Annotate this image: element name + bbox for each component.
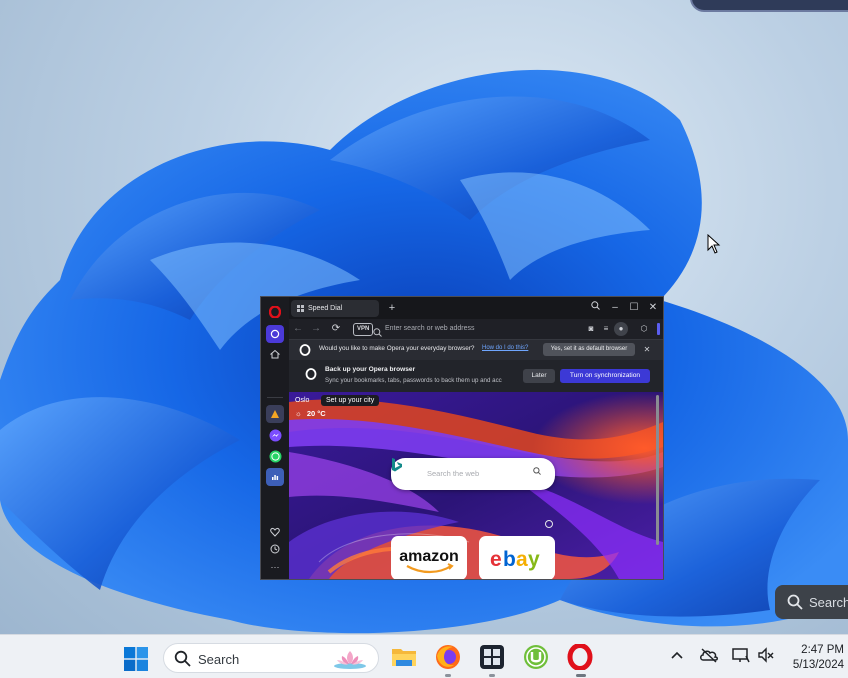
- later-button[interactable]: Later: [523, 369, 555, 383]
- sync-title: Back up your Opera browser: [325, 366, 416, 373]
- how-to-link[interactable]: How do I do this?: [482, 345, 528, 351]
- onedrive-offline-icon[interactable]: [698, 644, 720, 666]
- svg-text:a: a: [516, 548, 528, 571]
- tab-search-icon[interactable]: [587, 300, 603, 316]
- reload-button[interactable]: ⟳: [329, 322, 343, 336]
- default-browser-message: Would you like to make Opera your everyd…: [319, 345, 475, 352]
- taskbar-file-explorer[interactable]: [390, 643, 418, 671]
- bing-icon: [392, 458, 402, 472]
- sync-banner: Back up your Opera browser Sync your boo…: [289, 360, 663, 392]
- vk-icon[interactable]: [266, 468, 284, 486]
- taskbar-opera[interactable]: [566, 643, 594, 671]
- vpn-badge[interactable]: VPN: [353, 323, 374, 336]
- speed-dial-search-input[interactable]: Search the web: [427, 469, 479, 478]
- history-icon[interactable]: [266, 540, 284, 558]
- dismiss-default-bar-icon[interactable]: ✕: [641, 343, 653, 356]
- speed-dial-page: Oslo Set up your city ☼ 20 °C Search the…: [289, 392, 663, 579]
- more-icon[interactable]: ···: [266, 558, 284, 576]
- speed-dial-search[interactable]: Search the web: [391, 458, 555, 490]
- tab-bar: Speed Dial + – ☐ ✕: [289, 297, 663, 319]
- crypto-wallet-icon[interactable]: [266, 405, 284, 423]
- speed-dial-tile-ebay[interactable]: e b a y: [479, 536, 555, 579]
- taskbar-utorrent[interactable]: [522, 643, 550, 671]
- new-tab-button[interactable]: +: [385, 301, 399, 315]
- set-default-button[interactable]: Yes, set it as default browser: [543, 343, 635, 356]
- opera-icon: [567, 644, 593, 670]
- taskbar-firefox[interactable]: [434, 643, 462, 671]
- sync-description: Sync your bookmarks, tabs, passwords to …: [325, 377, 502, 384]
- opera-sidebar: ···: [261, 297, 290, 579]
- address-input[interactable]: Enter search or web address: [385, 323, 575, 335]
- opera-browser-window[interactable]: ··· Speed Dial + – ☐ ✕ ← → ⟳ VPN Enter s…: [260, 296, 664, 580]
- tab-title: Speed Dial: [308, 305, 343, 312]
- tab-speed-dial[interactable]: Speed Dial: [291, 300, 379, 317]
- set-up-city-tooltip[interactable]: Set up your city: [321, 395, 380, 406]
- aria-icon[interactable]: [266, 325, 284, 343]
- show-hidden-icons-chevron-up-icon[interactable]: [666, 644, 688, 666]
- page-indicator-dot[interactable]: [545, 520, 553, 528]
- heart-icon[interactable]: [266, 523, 284, 541]
- taskbar-search-icon: [174, 650, 191, 672]
- svg-text:y: y: [528, 548, 540, 571]
- weather-widget[interactable]: ☼ 20 °C: [295, 409, 326, 418]
- minimize-button[interactable]: –: [607, 300, 623, 316]
- easy-setup-icon[interactable]: ≡: [599, 322, 613, 336]
- accent-indicator: [657, 323, 660, 335]
- opera-o-icon: [299, 343, 311, 361]
- weather-temperature: 20 °C: [306, 409, 326, 418]
- taskbar: Search 2:47 PM 5/13/2024: [0, 634, 848, 678]
- address-bar: ← → ⟳ VPN Enter search or web address ◙ …: [289, 319, 663, 339]
- clock-time: 2:47 PM: [801, 644, 844, 656]
- desktop-search-widget[interactable]: Search: [775, 585, 848, 619]
- taskbar-clock[interactable]: 2:47 PM 5/13/2024: [784, 643, 844, 673]
- start-button[interactable]: [124, 647, 148, 671]
- lotus-icon: [332, 647, 368, 674]
- ebay-logo: e b a y: [490, 548, 540, 571]
- profile-icon[interactable]: ●: [614, 322, 628, 336]
- sidebar-divider: [267, 397, 283, 398]
- svg-text:b: b: [503, 548, 516, 571]
- home-icon[interactable]: [266, 345, 284, 363]
- windows-logo-icon: [124, 647, 148, 671]
- amazon-logo: amazon: [399, 548, 459, 574]
- maximize-button[interactable]: ☐: [626, 300, 642, 316]
- page-scrollbar[interactable]: [656, 395, 659, 545]
- top-right-widget-edge: [690, 0, 848, 12]
- sun-icon: ☼: [295, 409, 302, 418]
- taskbar-search[interactable]: Search: [163, 643, 379, 673]
- turn-on-sync-button[interactable]: Turn on synchronization: [560, 369, 650, 383]
- clock-date: 5/13/2024: [792, 659, 844, 671]
- task-manager-icon: [480, 645, 504, 669]
- messenger-icon[interactable]: [266, 426, 284, 444]
- weather-city: Oslo: [295, 397, 310, 404]
- volume-muted-icon[interactable]: [755, 644, 777, 666]
- svg-text:amazon: amazon: [399, 548, 459, 565]
- close-button[interactable]: ✕: [645, 300, 661, 316]
- taskbar-search-input[interactable]: Search: [198, 652, 239, 667]
- network-icon[interactable]: [730, 644, 752, 666]
- taskbar-task-manager[interactable]: [478, 643, 506, 671]
- desktop-search-label: Search: [809, 594, 848, 610]
- back-button[interactable]: ←: [291, 322, 305, 336]
- mouse-cursor-icon: [707, 233, 721, 259]
- utorrent-icon: [524, 645, 548, 669]
- extensions-icon[interactable]: ⬡: [637, 322, 651, 336]
- search-icon: [787, 594, 803, 610]
- camera-icon[interactable]: ◙: [584, 322, 598, 336]
- whatsapp-icon[interactable]: [266, 447, 284, 465]
- svg-text:e: e: [490, 548, 502, 571]
- speed-dial-icon: [297, 305, 304, 312]
- opera-logo-icon[interactable]: [266, 303, 284, 321]
- default-browser-bar: Would you like to make Opera your everyd…: [289, 339, 663, 360]
- opera-sync-icon: [305, 367, 317, 385]
- speed-dial-tile-amazon[interactable]: amazon: [391, 536, 467, 579]
- forward-button[interactable]: →: [309, 322, 323, 336]
- firefox-icon: [436, 645, 460, 669]
- folder-icon: [392, 649, 416, 666]
